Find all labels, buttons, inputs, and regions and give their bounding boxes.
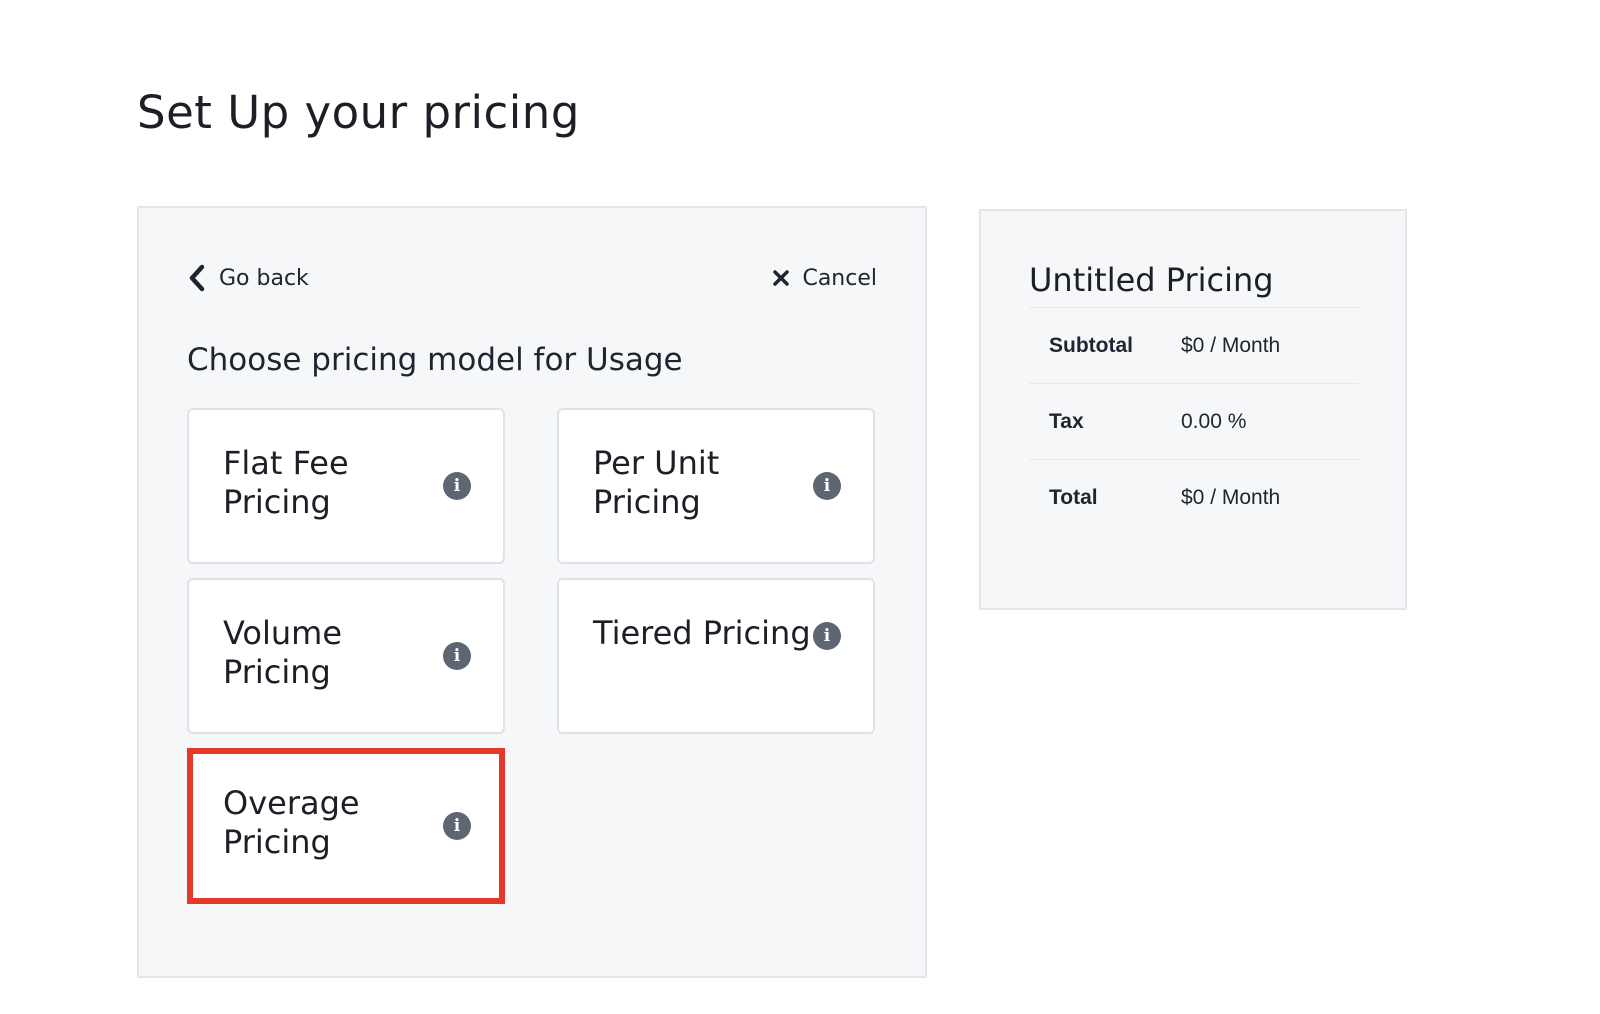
go-back-button[interactable]: Go back xyxy=(187,264,309,292)
info-icon[interactable]: i xyxy=(443,472,471,500)
pricing-model-panel: Go back Cancel Choose pricing model for … xyxy=(137,206,927,978)
total-row: Total $0 / Month xyxy=(1029,460,1359,536)
chevron-left-icon xyxy=(187,264,207,292)
info-icon[interactable]: i xyxy=(813,622,841,650)
summary-table: Subtotal $0 / Month Tax 0.00 % Total $0 … xyxy=(1029,307,1359,536)
pricing-model-options: Flat Fee Pricing i Per Unit Pricing i Vo… xyxy=(187,408,879,904)
subtotal-label: Subtotal xyxy=(1049,333,1133,357)
option-label: Overage Pricing xyxy=(223,784,360,861)
tax-row: Tax 0.00 % xyxy=(1029,384,1359,460)
cancel-label: Cancel xyxy=(802,265,877,291)
tax-label: Tax xyxy=(1049,409,1084,433)
option-label: Per Unit Pricing xyxy=(593,444,720,521)
flat-fee-pricing-option[interactable]: Flat Fee Pricing i xyxy=(187,408,505,564)
close-icon xyxy=(772,269,790,287)
pricing-summary-panel: Untitled Pricing Subtotal $0 / Month Tax… xyxy=(979,209,1407,610)
info-icon[interactable]: i xyxy=(813,472,841,500)
option-label: Volume Pricing xyxy=(223,614,343,691)
volume-pricing-option[interactable]: Volume Pricing i xyxy=(187,578,505,734)
option-label: Flat Fee Pricing xyxy=(223,444,349,521)
total-value: $0 / Month xyxy=(1181,486,1281,509)
pricing-name: Untitled Pricing xyxy=(1029,261,1274,299)
total-label: Total xyxy=(1049,486,1098,509)
pricing-model-heading: Choose pricing model for Usage xyxy=(187,342,683,378)
tax-value: 0.00 % xyxy=(1181,409,1247,433)
go-back-label: Go back xyxy=(219,265,309,291)
info-icon[interactable]: i xyxy=(443,812,471,840)
subtotal-row: Subtotal $0 / Month xyxy=(1029,308,1359,384)
overage-pricing-option[interactable]: Overage Pricing i xyxy=(187,748,505,904)
info-icon[interactable]: i xyxy=(443,642,471,670)
panel-topbar: Go back Cancel xyxy=(187,258,877,298)
tiered-pricing-option[interactable]: Tiered Pricing i xyxy=(557,578,875,734)
subtotal-value: $0 / Month xyxy=(1181,333,1281,357)
per-unit-pricing-option[interactable]: Per Unit Pricing i xyxy=(557,408,875,564)
page-title: Set Up your pricing xyxy=(137,86,580,139)
cancel-button[interactable]: Cancel xyxy=(772,266,877,291)
